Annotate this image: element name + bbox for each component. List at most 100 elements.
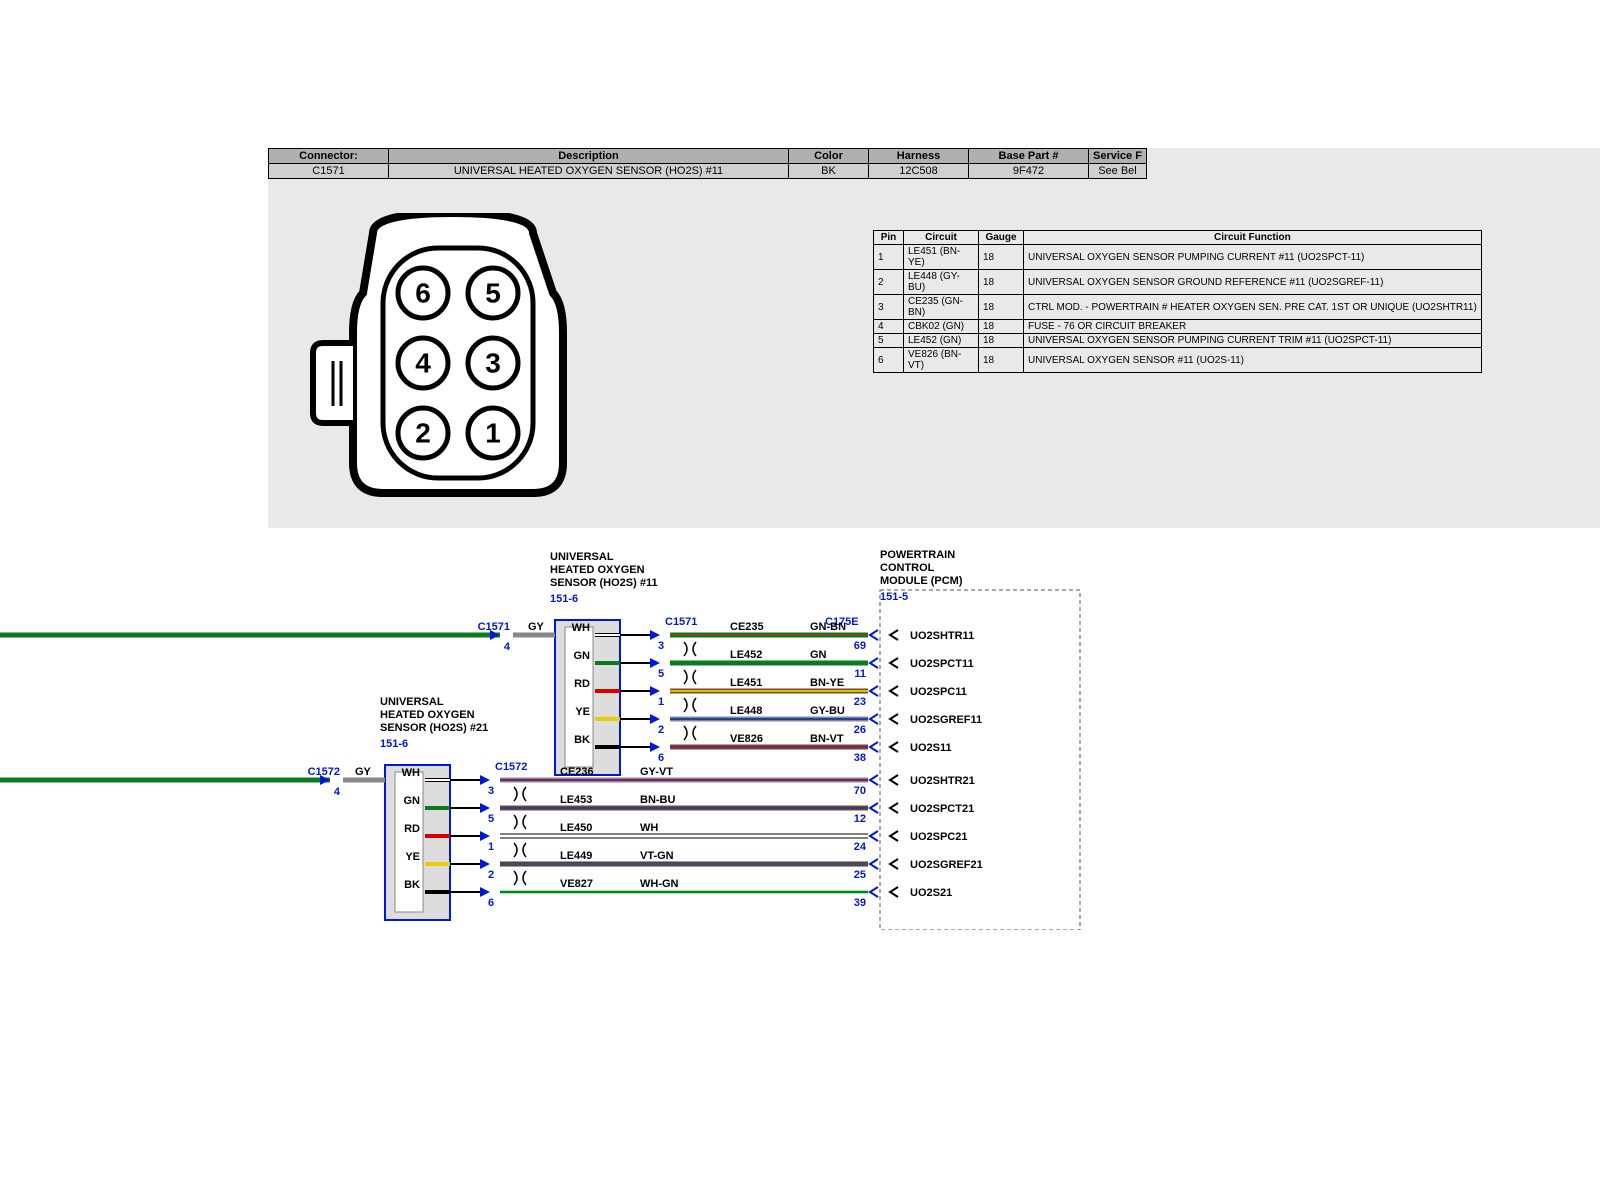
svg-text:UO2SPC21: UO2SPC21: [910, 831, 967, 843]
pt-cell: 6: [874, 348, 904, 373]
svg-text:RD: RD: [574, 678, 590, 690]
svg-text:25: 25: [854, 869, 866, 881]
svg-text:BN-YE: BN-YE: [810, 677, 844, 689]
svg-text:HEATED OXYGEN: HEATED OXYGEN: [380, 709, 475, 721]
hdr-col: Description: [389, 149, 789, 164]
pt-cell: UNIVERSAL OXYGEN SENSOR GROUND REFERENCE…: [1024, 270, 1482, 295]
svg-text:VE826: VE826: [730, 733, 763, 745]
svg-text:GY-BU: GY-BU: [810, 705, 845, 717]
svg-text:LE452: LE452: [730, 649, 762, 661]
hdr-col: Base Part #: [969, 149, 1089, 164]
svg-text:VE827: VE827: [560, 878, 593, 890]
pin-num: 3: [485, 348, 501, 379]
svg-text:26: 26: [854, 724, 866, 736]
pt-col: Pin: [874, 231, 904, 245]
pt-col: Circuit Function: [1024, 231, 1482, 245]
pin-num: 4: [415, 348, 431, 379]
svg-text:2: 2: [658, 724, 664, 736]
pt-cell: UNIVERSAL OXYGEN SENSOR #11 (UO2S-11): [1024, 348, 1482, 373]
pin-num: 2: [415, 418, 431, 449]
pt-cell: 18: [979, 295, 1024, 320]
svg-text:UNIVERSAL: UNIVERSAL: [550, 551, 614, 563]
pt-cell: 18: [979, 334, 1024, 348]
svg-text:MODULE (PCM): MODULE (PCM): [880, 575, 963, 587]
hdr-val: 12C508: [869, 164, 969, 179]
svg-text:UO2SPC11: UO2SPC11: [910, 686, 967, 698]
svg-text:C1572: C1572: [495, 761, 527, 773]
svg-text:WH: WH: [572, 622, 590, 634]
svg-text:69: 69: [854, 640, 866, 652]
pt-cell: VE826 (BN-VT): [904, 348, 979, 373]
svg-text:C1571: C1571: [478, 621, 510, 633]
svg-text:GY: GY: [528, 621, 545, 633]
svg-text:C1572: C1572: [308, 766, 340, 778]
svg-text:SENSOR (HO2S) #21: SENSOR (HO2S) #21: [380, 722, 488, 734]
svg-text:RD: RD: [404, 823, 420, 835]
svg-text:BK: BK: [404, 879, 420, 891]
svg-text:POWERTRAIN: POWERTRAIN: [880, 549, 955, 561]
svg-text:YE: YE: [575, 706, 590, 718]
svg-text:UO2S11: UO2S11: [910, 742, 952, 754]
svg-text:UO2SGREF21: UO2SGREF21: [910, 859, 983, 871]
svg-text:WH-GN: WH-GN: [640, 878, 679, 890]
hdr-val: C1571: [269, 164, 389, 179]
pt-col: Gauge: [979, 231, 1024, 245]
svg-text:LE450: LE450: [560, 822, 592, 834]
svg-text:5: 5: [658, 668, 664, 680]
svg-text:LE448: LE448: [730, 705, 762, 717]
svg-text:WH: WH: [640, 822, 658, 834]
svg-text:GY: GY: [355, 766, 372, 778]
hdr-val: UNIVERSAL HEATED OXYGEN SENSOR (HO2S) #1…: [389, 164, 789, 179]
svg-text:23: 23: [854, 696, 866, 708]
svg-text:BN-VT: BN-VT: [810, 733, 844, 745]
svg-text:BN-BU: BN-BU: [640, 794, 675, 806]
hdr-col: Color: [789, 149, 869, 164]
svg-text:12: 12: [854, 813, 866, 825]
svg-text:2: 2: [488, 869, 494, 881]
pt-cell: CTRL MOD. - POWERTRAIN # HEATER OXYGEN S…: [1024, 295, 1482, 320]
svg-text:GN: GN: [810, 649, 827, 661]
svg-text:C1571: C1571: [665, 616, 697, 628]
pin-function-table: Pin Circuit Gauge Circuit Function 1LE45…: [873, 230, 1482, 373]
pt-cell: 5: [874, 334, 904, 348]
svg-text:LE451: LE451: [730, 677, 762, 689]
header-table: Connector: Description Color Harness Bas…: [268, 148, 1147, 179]
connector-face-icon: 6 5 4 3 2 1: [303, 213, 593, 523]
svg-text:UO2S21: UO2S21: [910, 887, 952, 899]
svg-text:CE235: CE235: [730, 621, 764, 633]
svg-text:151-6: 151-6: [380, 738, 408, 750]
svg-text:UNIVERSAL: UNIVERSAL: [380, 696, 444, 708]
pt-cell: 18: [979, 320, 1024, 334]
svg-text:YE: YE: [405, 851, 420, 863]
pt-cell: LE448 (GY-BU): [904, 270, 979, 295]
hdr-val: 9F472: [969, 164, 1089, 179]
pt-cell: CE235 (GN-BN): [904, 295, 979, 320]
svg-text:GN: GN: [574, 650, 591, 662]
pin-num: 6: [415, 278, 431, 309]
pt-cell: FUSE - 76 OR CIRCUIT BREAKER: [1024, 320, 1482, 334]
svg-text:SENSOR (HO2S) #11: SENSOR (HO2S) #11: [550, 577, 658, 589]
svg-text:CONTROL: CONTROL: [880, 562, 935, 574]
svg-text:UO2SHTR11: UO2SHTR11: [910, 630, 974, 642]
svg-text:6: 6: [488, 897, 494, 909]
pt-cell: 4: [874, 320, 904, 334]
svg-text:LE449: LE449: [560, 850, 592, 862]
pt-cell: UNIVERSAL OXYGEN SENSOR PUMPING CURRENT …: [1024, 245, 1482, 270]
pt-cell: 1: [874, 245, 904, 270]
pt-cell: 2: [874, 270, 904, 295]
wiring-diagram: POWERTRAINCONTROLMODULE (PCM)151-5UNIVER…: [0, 540, 1600, 930]
svg-text:3: 3: [488, 785, 494, 797]
svg-text:151-6: 151-6: [550, 593, 578, 605]
svg-text:UO2SPCT11: UO2SPCT11: [910, 658, 974, 670]
hdr-col: Connector:: [269, 149, 389, 164]
svg-text:70: 70: [854, 785, 866, 797]
svg-text:1: 1: [658, 696, 664, 708]
hdr-val: See Bel: [1089, 164, 1147, 179]
svg-text:BK: BK: [574, 734, 590, 746]
svg-text:11: 11: [854, 668, 866, 680]
hdr-col: Service F: [1089, 149, 1147, 164]
svg-text:38: 38: [854, 752, 866, 764]
svg-text:HEATED OXYGEN: HEATED OXYGEN: [550, 564, 645, 576]
svg-text:LE453: LE453: [560, 794, 592, 806]
svg-text:UO2SHTR21: UO2SHTR21: [910, 775, 975, 787]
